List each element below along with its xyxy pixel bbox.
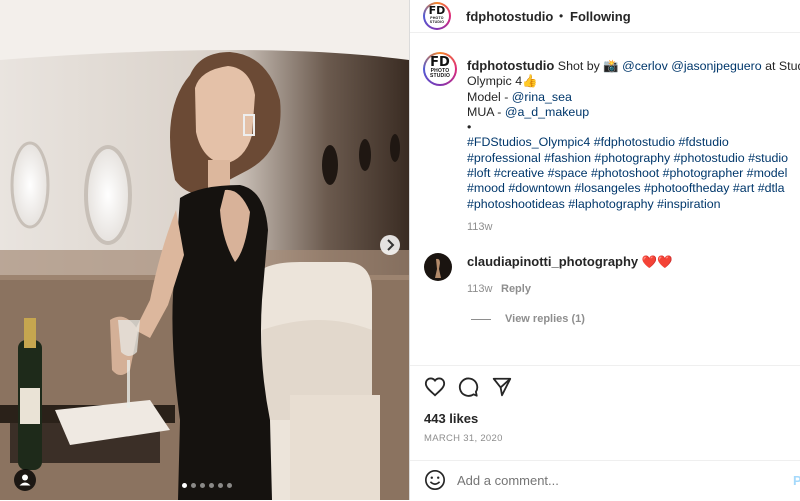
hashtag-line[interactable]: #loft #creative #space #photoshoot #phot… [467,166,797,181]
carousel-dot-active [182,483,187,488]
heart-icon[interactable] [424,376,446,398]
carousel-dot [227,483,232,488]
comment-text: ❤️❤️ [638,255,673,269]
caption-text: Shot by 📸 [554,59,623,73]
replies-divider [471,319,491,320]
likes-count[interactable]: 443 likes [424,411,478,426]
share-icon[interactable] [491,376,513,398]
carousel-dots [182,482,232,490]
caption-time[interactable]: 113w [467,221,492,233]
tagged-users-button[interactable] [14,469,36,491]
carousel-dot [209,483,214,488]
view-replies-button[interactable]: View replies (1) [505,313,585,325]
follow-status-button[interactable]: Following [570,9,631,24]
carousel-dot [200,483,205,488]
caption-bullet: • [467,120,472,135]
header-separator: • [559,9,564,23]
carousel-next-button[interactable] [380,235,400,255]
user-icon [19,474,31,486]
add-comment-bar: P [410,460,800,501]
caption-text: Olympic 4👍 [467,74,538,89]
carousel-dot [218,483,223,488]
mention-link[interactable]: @cerlov [622,59,668,73]
caption-username[interactable]: fdphotostudio [467,58,554,73]
mention-link[interactable]: @jasonjpeguero [671,59,761,73]
mention-link[interactable]: @rina_sea [512,90,572,104]
avatar[interactable]: FD PHOTO STUDIO [423,2,451,30]
avatar-logo-sub: STUDIO [429,20,445,24]
avatar-logo-text: FD [428,4,446,17]
avatar-logo-sub: STUDIO [429,73,451,79]
avatar-image [435,258,441,278]
post-comment-button[interactable]: P [793,473,800,488]
mention-link[interactable]: @a_d_makeup [505,105,589,119]
photo-illustration [0,0,409,500]
post-photo[interactable] [0,0,409,500]
hashtag-line[interactable]: #professional #fashion #photography #pho… [467,151,797,166]
hashtag-line[interactable]: #mood #downtown #losangeles #photoofthed… [467,181,797,196]
caption-text: Model - [467,89,512,104]
comment-body: claudiapinotti_photography ❤️❤️ [467,254,672,270]
post-date: MARCH 31, 2020 [424,433,503,444]
post-panel: FD PHOTO STUDIO fdphotostudio • Followin… [409,0,800,500]
post-header: FD PHOTO STUDIO fdphotostudio • Followin… [410,0,800,33]
hashtag-line[interactable]: #FDStudios_Olympic4 #fdphotostudio #fdst… [467,135,797,150]
chevron-right-icon [387,239,395,251]
caption-avatar[interactable]: FD PHOTO STUDIO [423,52,457,86]
reply-button[interactable]: Reply [501,283,531,295]
caption-text: MUA - [467,104,505,119]
caption-text: at Studio [765,59,800,73]
comment-input[interactable] [457,471,757,489]
hashtag-line[interactable]: #photoshootideas #laphotography #inspira… [467,197,797,212]
comment-time[interactable]: 113w [467,283,492,295]
comment-username[interactable]: claudiapinotti_photography [467,254,638,269]
comment-icon[interactable] [457,376,479,398]
emoji-icon[interactable] [424,469,446,491]
comment-avatar[interactable] [424,253,452,281]
header-username[interactable]: fdphotostudio [466,9,553,24]
post-caption: fdphotostudio Shot by 📸 @cerlov @jasonjp… [467,58,800,212]
carousel-dot [191,483,196,488]
